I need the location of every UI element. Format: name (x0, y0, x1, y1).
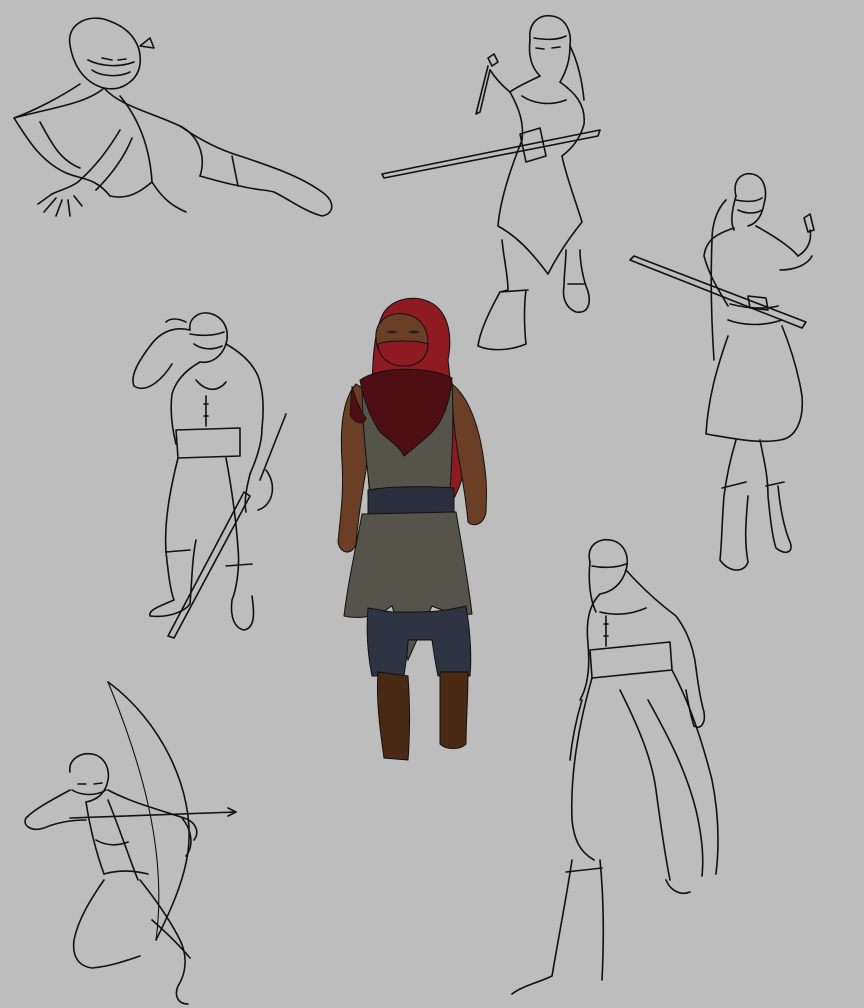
sketch-canvas (0, 0, 864, 1008)
archer-kneeling-sketch (24, 681, 237, 1005)
